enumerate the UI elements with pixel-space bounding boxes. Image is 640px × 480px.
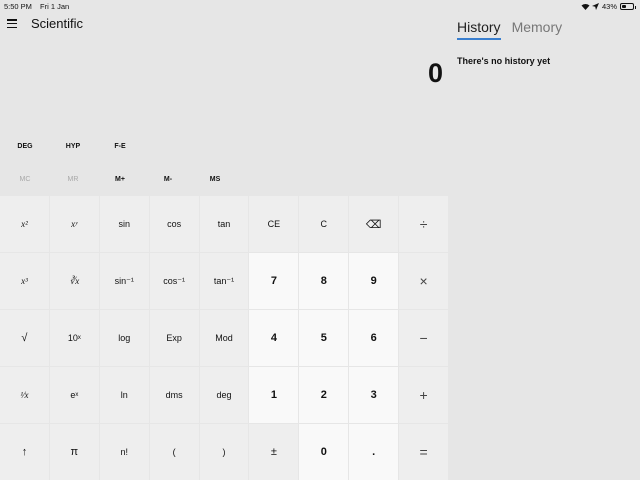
status-time: 5:50 PM [4, 2, 32, 11]
digit-3-button[interactable]: 3 [349, 367, 399, 423]
status-right: 43% [581, 2, 636, 11]
status-bar: 5:50 PM Fri 1 Jan 43% [0, 0, 640, 12]
factorial-button[interactable]: n! [99, 424, 149, 480]
ln-button[interactable]: ln [99, 367, 149, 423]
cube-root-button[interactable]: ∛x [49, 253, 99, 309]
reciprocal-button[interactable]: ¹⁄x [0, 367, 49, 423]
tab-memory[interactable]: Memory [512, 19, 563, 40]
memory-add-button[interactable]: M+ [100, 176, 140, 183]
memory-clear-button[interactable]: MC [5, 176, 45, 183]
pi-button[interactable]: π [49, 424, 99, 480]
divide-button[interactable]: ÷ [399, 196, 448, 252]
dms-button[interactable]: dms [149, 367, 199, 423]
close-paren-button[interactable]: ) [199, 424, 249, 480]
location-icon [591, 3, 599, 10]
display-value: 0 [427, 58, 443, 88]
digit-9-button[interactable]: 9 [349, 253, 399, 309]
wifi-icon [581, 3, 590, 10]
digit-8-button[interactable]: 8 [299, 253, 349, 309]
hyp-button[interactable]: HYP [53, 143, 93, 150]
status-left: 5:50 PM Fri 1 Jan [4, 2, 75, 11]
digit-2-button[interactable]: 2 [299, 367, 349, 423]
panel-tabs: History Memory [457, 19, 562, 40]
tab-history[interactable]: History [457, 19, 501, 40]
deg-convert-button[interactable]: deg [199, 367, 249, 423]
memory-subtract-button[interactable]: M- [148, 176, 188, 183]
battery-icon [620, 3, 636, 10]
equals-button[interactable]: = [399, 424, 448, 480]
digit-1-button[interactable]: 1 [249, 367, 299, 423]
cube-button[interactable]: x³ [0, 253, 49, 309]
history-empty-message: There's no history yet [457, 56, 551, 66]
clear-button[interactable]: C [299, 196, 349, 252]
arccos-button[interactable]: cos⁻¹ [149, 253, 199, 309]
digit-5-button[interactable]: 5 [299, 310, 349, 366]
log-button[interactable]: log [99, 310, 149, 366]
digit-6-button[interactable]: 6 [349, 310, 399, 366]
battery-percent: 43% [601, 2, 617, 11]
power-button[interactable]: xʸ [49, 196, 99, 252]
negate-button[interactable]: ± [249, 424, 299, 480]
memory-recall-button[interactable]: MR [53, 176, 93, 183]
add-button[interactable]: + [399, 367, 448, 423]
digit-4-button[interactable]: 4 [249, 310, 299, 366]
memory-store-button[interactable]: MS [195, 176, 235, 183]
deg-button[interactable]: DEG [5, 143, 45, 150]
sin-button[interactable]: sin [99, 196, 149, 252]
multiply-button[interactable]: × [399, 253, 448, 309]
e-power-button[interactable]: eˣ [49, 367, 99, 423]
battery-tip [634, 6, 636, 9]
fe-button[interactable]: F-E [100, 143, 140, 150]
arcsin-button[interactable]: sin⁻¹ [99, 253, 149, 309]
status-date: Fri 1 Jan [40, 2, 70, 11]
digit-0-button[interactable]: 0 [299, 424, 349, 480]
tan-button[interactable]: tan [199, 196, 249, 252]
shift-up-arrow-icon[interactable]: ↑ [0, 424, 49, 480]
clear-entry-button[interactable]: CE [249, 196, 299, 252]
mod-button[interactable]: Mod [199, 310, 249, 366]
exp-button[interactable]: Exp [149, 310, 199, 366]
square-root-button[interactable]: √ [0, 310, 49, 366]
subtract-button[interactable]: − [399, 310, 448, 366]
backspace-icon[interactable]: ⌫ [349, 196, 399, 252]
battery-fill [622, 5, 627, 8]
cos-button[interactable]: cos [149, 196, 199, 252]
square-button[interactable]: x² [0, 196, 49, 252]
open-paren-button[interactable]: ( [149, 424, 199, 480]
keypad: x² xʸ sin cos tan CE C ⌫ ÷ x³ ∛x sin⁻¹ c… [0, 196, 448, 480]
decimal-button[interactable]: . [349, 424, 399, 480]
app-title: Scientific [31, 16, 84, 31]
hamburger-menu-icon[interactable] [7, 19, 17, 29]
arctan-button[interactable]: tan⁻¹ [199, 253, 249, 309]
digit-7-button[interactable]: 7 [249, 253, 299, 309]
ten-power-button[interactable]: 10ˣ [49, 310, 99, 366]
